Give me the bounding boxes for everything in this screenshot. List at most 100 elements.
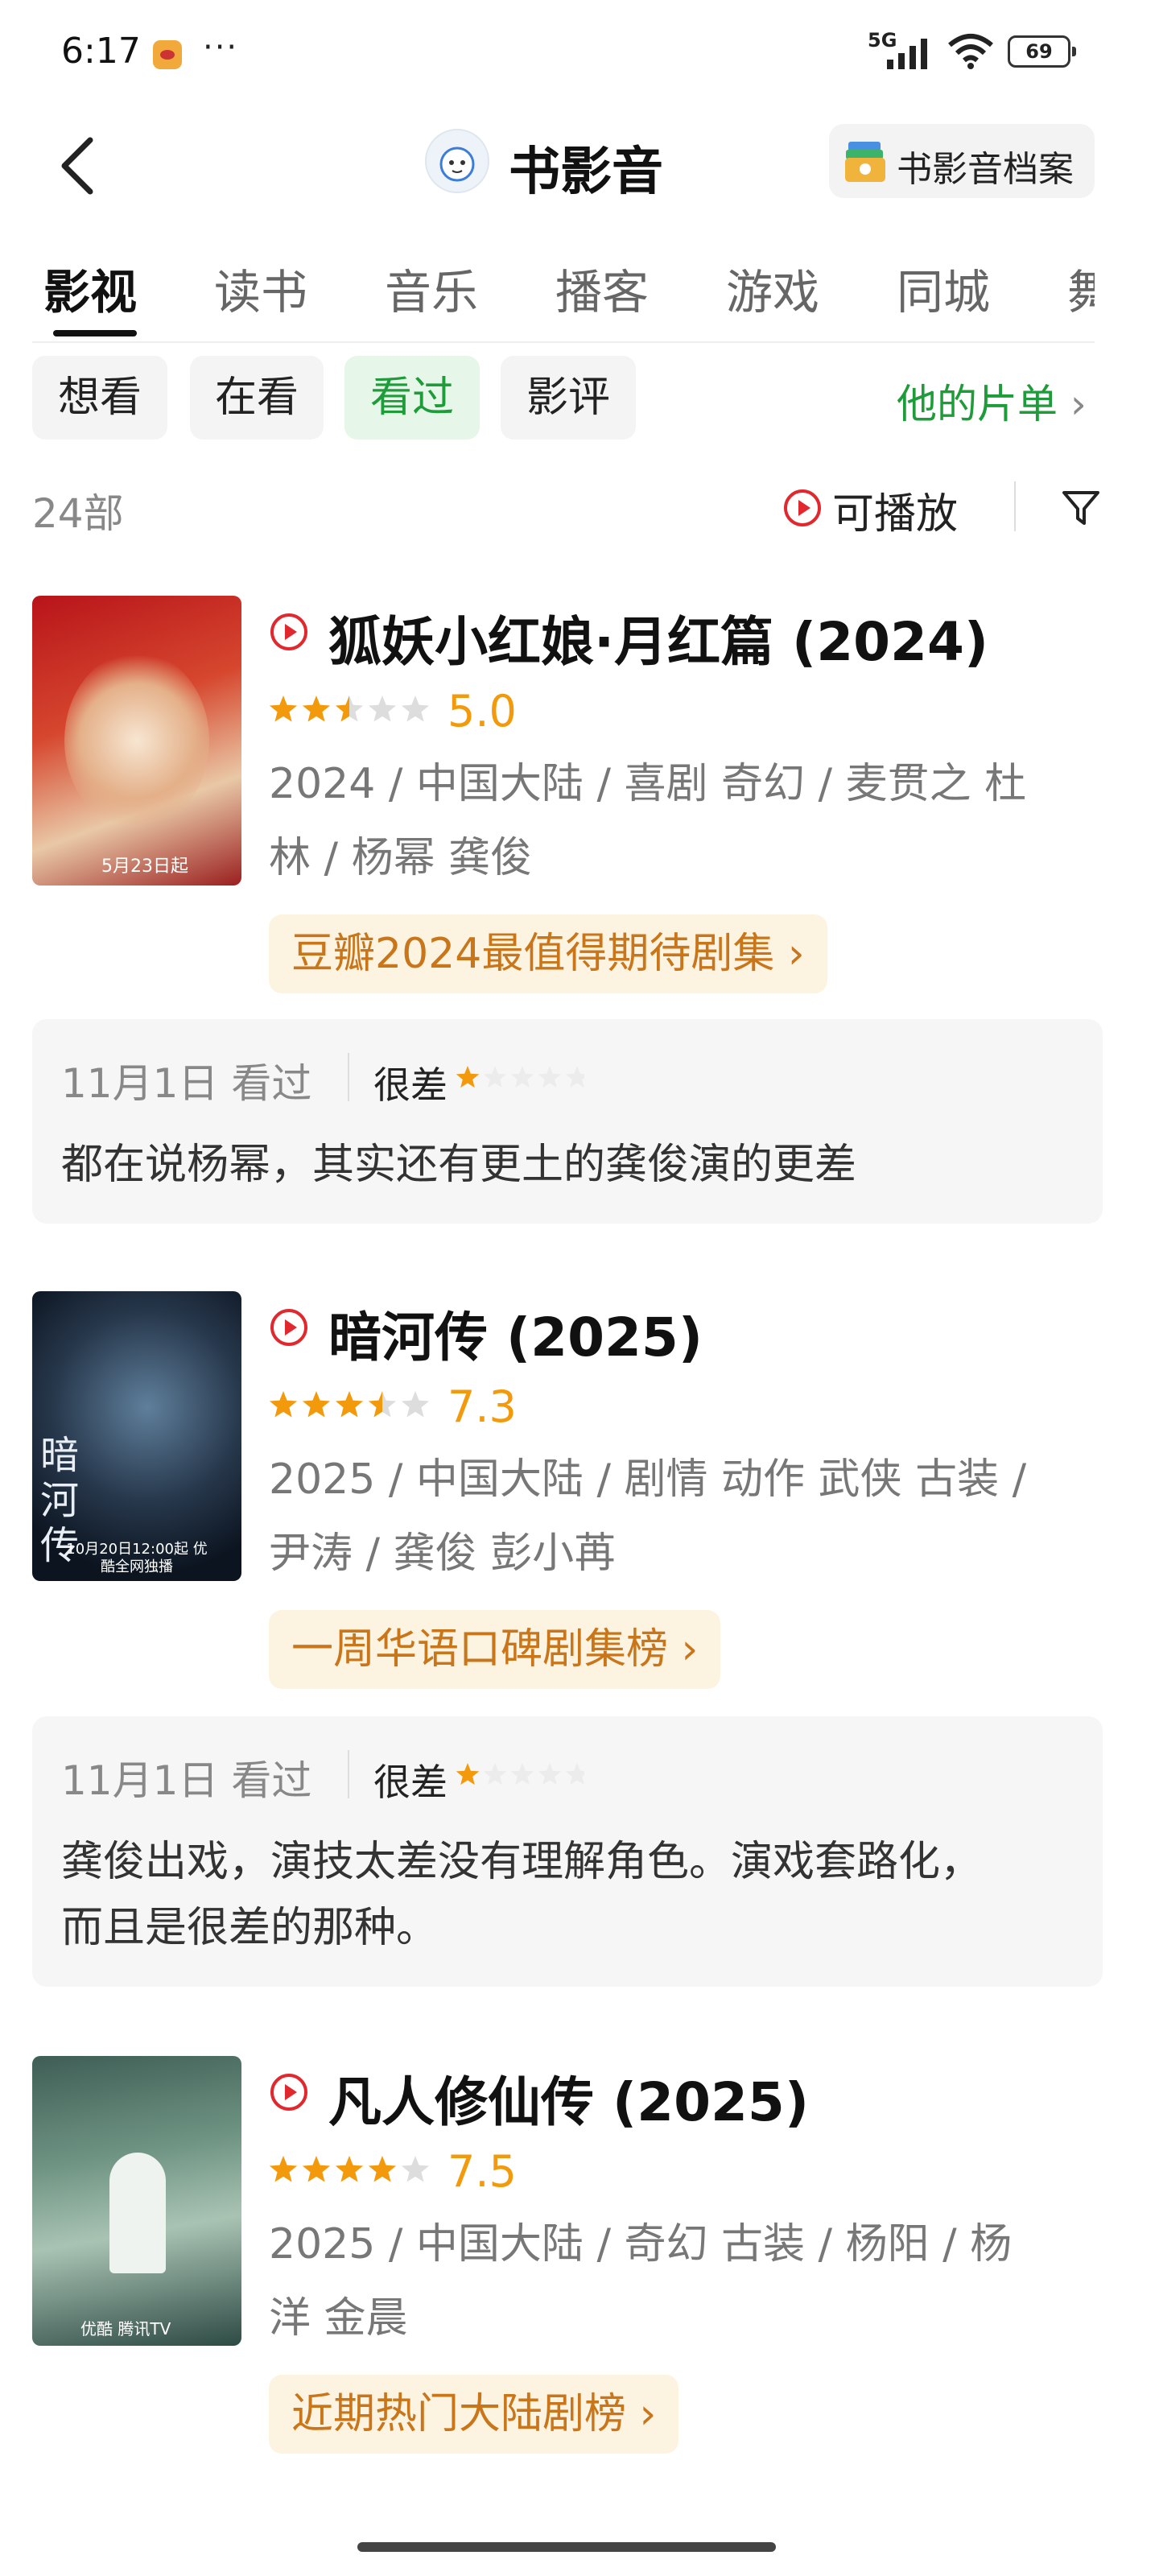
- star-icon: [269, 696, 298, 722]
- divider: [1014, 481, 1016, 531]
- poster-caption: 10月20日12:00起 优酷全网独播: [66, 1541, 208, 1575]
- item-count: 24部: [32, 490, 124, 537]
- signal-icon: [887, 39, 927, 69]
- review-date: 11月1日 看过: [61, 1051, 311, 1109]
- ranking-link[interactable]: 一周华语口碑剧集榜 ›: [269, 1610, 721, 1689]
- rating-score: 7.5: [448, 2146, 517, 2197]
- tab-games[interactable]: 游戏: [726, 254, 819, 322]
- app-avatar: [425, 129, 489, 193]
- filter-reviews[interactable]: 影评: [501, 356, 636, 440]
- review-text: 都在说杨幂，其实还有更土的龚俊演的更差: [61, 1132, 1083, 1198]
- mascot-icon: [439, 147, 475, 182]
- star-icon: [565, 1066, 584, 1088]
- movie-meta: 2025 / 中国大陆 / 剧情 动作 武侠 古装 / 尹涛 / 龚俊 彭小苒: [269, 1443, 1098, 1591]
- review-stars-icon: [456, 1763, 584, 1785]
- review-status: 看过: [231, 1757, 312, 1804]
- filter-icon[interactable]: [1059, 486, 1103, 530]
- star-icon: [335, 1391, 364, 1418]
- movie-meta: 2025 / 中国大陆 / 奇幻 古装 / 杨阳 / 杨 洋 金晨: [269, 2207, 1098, 2355]
- movie-meta: 2024 / 中国大陆 / 喜剧 奇幻 / 麦贯之 杜 林 / 杨幂 龚俊: [269, 747, 1098, 895]
- review-stars-icon: [456, 1066, 584, 1088]
- movie-title[interactable]: 狐妖小红娘·月红篇 (2024): [328, 599, 988, 676]
- star-icon: [456, 1066, 480, 1088]
- review-date-text: 11月1日: [61, 1060, 219, 1107]
- meta-line: 2024 / 中国大陆 / 喜剧 奇幻 / 麦贯之 杜: [269, 760, 1027, 808]
- review-line: 龚俊出戏，演技太差没有理解角色。演戏套路化，: [61, 1838, 983, 1886]
- star-icon: [538, 1763, 562, 1785]
- page-title: 书影音: [509, 142, 663, 202]
- review-date-text: 11月1日: [61, 1757, 219, 1804]
- filter-watched[interactable]: 看过: [344, 356, 480, 440]
- star-icon: [302, 2156, 331, 2182]
- poster-caption: 5月23日起: [101, 857, 188, 877]
- home-indicator[interactable]: [357, 2542, 776, 2552]
- play-circle-icon[interactable]: [269, 2072, 309, 2112]
- play-circle-icon[interactable]: [269, 612, 309, 652]
- star-icon: [456, 1763, 480, 1785]
- rating-stars-icon: [269, 1391, 430, 1418]
- star-icon: [565, 1763, 584, 1785]
- review-line: 而且是很差的那种。: [61, 1904, 439, 1952]
- tab-movies[interactable]: 影视: [43, 254, 137, 322]
- status-time: 6:17: [61, 31, 141, 72]
- star-icon: [538, 1066, 562, 1088]
- ranking-link[interactable]: 近期热门大陆剧榜 ›: [269, 2375, 679, 2454]
- battery-icon: 69: [1008, 35, 1076, 68]
- archive-button-label: 书影音档案: [897, 149, 1074, 190]
- star-icon: [335, 2156, 364, 2182]
- meta-line: 尹涛 / 龚俊 彭小苒: [269, 1530, 617, 1578]
- active-tab-indicator: [53, 330, 137, 336]
- star-icon: [483, 1066, 507, 1088]
- rating-score: 7.3: [448, 1381, 517, 1432]
- filter-want-to-watch[interactable]: 想看: [32, 356, 167, 440]
- movie-title[interactable]: 暗河传 (2025): [328, 1294, 703, 1372]
- review-date: 11月1日 看过: [61, 1748, 311, 1806]
- star-icon: [368, 1391, 397, 1418]
- tab-stage[interactable]: 舞: [1067, 254, 1095, 322]
- rating-stars-icon: [269, 696, 430, 722]
- review-status: 看过: [231, 1060, 312, 1107]
- more-notifications-icon: ···: [203, 29, 239, 66]
- star-icon: [510, 1763, 534, 1785]
- play-circle-icon[interactable]: [269, 1307, 309, 1348]
- star-icon: [269, 2156, 298, 2182]
- movie-poster[interactable]: 5月23日起: [32, 596, 241, 886]
- review-text: 龚俊出戏，演技太差没有理解角色。演戏套路化， 而且是很差的那种。: [61, 1829, 1083, 1961]
- star-icon: [368, 696, 397, 722]
- tab-books[interactable]: 读书: [214, 254, 307, 322]
- his-list-label: 他的片单: [897, 381, 1058, 427]
- his-list-link[interactable]: 他的片单 ›: [897, 372, 1087, 430]
- review-level: 很差: [373, 1761, 448, 1804]
- review-line: 都在说杨幂，其实还有更土的龚俊演的更差: [61, 1141, 857, 1189]
- divider: [348, 1750, 349, 1798]
- ranking-link[interactable]: 豆瓣2024最值得期待剧集 ›: [269, 914, 827, 993]
- star-icon: [510, 1066, 534, 1088]
- star-icon: [269, 1391, 298, 1418]
- movie-poster[interactable]: 暗河传 10月20日12:00起 优酷全网独播: [32, 1291, 241, 1581]
- playable-toggle[interactable]: 可播放: [832, 480, 958, 540]
- star-icon: [335, 696, 364, 722]
- star-icon: [368, 2156, 397, 2182]
- back-arrow-icon[interactable]: [55, 134, 103, 198]
- archive-icon: [845, 142, 885, 182]
- movie-poster[interactable]: 优酷 腾讯TV: [32, 2056, 241, 2346]
- poster-caption: 优酷 腾讯TV: [80, 2319, 171, 2339]
- divider: [348, 1053, 349, 1101]
- star-icon: [302, 1391, 331, 1418]
- tab-podcasts[interactable]: 播客: [555, 254, 649, 322]
- star-icon: [401, 2156, 430, 2182]
- tabs-divider: [32, 341, 1095, 343]
- meta-line: 2025 / 中国大陆 / 奇幻 古装 / 杨阳 / 杨: [269, 2220, 1013, 2268]
- play-circle-icon[interactable]: [782, 488, 823, 528]
- movie-title[interactable]: 凡人修仙传 (2025): [328, 2059, 809, 2136]
- star-icon: [401, 1391, 430, 1418]
- chevron-right-icon: ›: [1058, 381, 1087, 427]
- meta-line: 林 / 杨幂 龚俊: [269, 834, 533, 882]
- filter-watching[interactable]: 在看: [190, 356, 324, 440]
- star-icon: [401, 696, 430, 722]
- tab-local[interactable]: 同城: [897, 254, 990, 322]
- tab-music[interactable]: 音乐: [385, 254, 478, 322]
- notification-app-icon: [153, 40, 182, 69]
- rating-score: 5.0: [448, 686, 517, 737]
- review-level: 很差: [373, 1063, 448, 1107]
